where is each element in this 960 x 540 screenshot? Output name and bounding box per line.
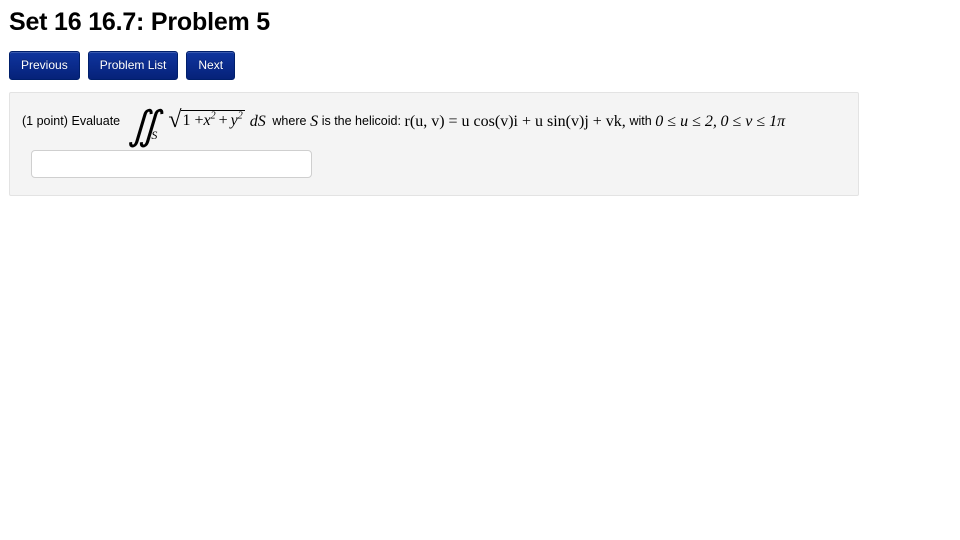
- integral-expression: ∬ S √ 1 +x2 + y2 dS: [124, 106, 266, 146]
- radicand-term-x: x: [203, 112, 211, 130]
- radical-icon: √: [168, 107, 182, 134]
- radicand-plus: +: [218, 112, 228, 130]
- problem-statement: (1 point) Evaluate ∬ S √ 1 +x2 + y2 dS whe…: [22, 106, 846, 146]
- answer-row: [31, 150, 312, 178]
- previous-button[interactable]: Previous: [9, 50, 80, 80]
- radicand-term-y-exponent: 2: [237, 110, 243, 122]
- page-title: Set 16 16.7: Problem 5: [9, 8, 271, 36]
- differential-ds: dS: [249, 112, 266, 130]
- double-integral-symbol: ∬ S: [128, 106, 165, 146]
- domain-u: 0 ≤ u ≤ 2,: [655, 112, 717, 130]
- vector-function: r(u, v) = u cos(v)i + u sin(v)j + vk,: [404, 112, 626, 130]
- answer-input[interactable]: [31, 150, 312, 178]
- problem-page: Set 16 16.7: Problem 5 Previous Problem …: [0, 0, 960, 540]
- surface-symbol: S: [310, 112, 319, 130]
- domain-v: 0 ≤ v ≤ 1π: [720, 112, 786, 130]
- radicand-lead: 1 +: [182, 112, 204, 130]
- where-label: where: [272, 113, 307, 128]
- problem-list-button[interactable]: Problem List: [87, 50, 179, 80]
- square-root-expression: √ 1 +x2 + y2: [168, 107, 245, 134]
- radicand: 1 +x2 + y2: [180, 110, 245, 131]
- next-button[interactable]: Next: [186, 50, 236, 80]
- helicoid-label: is the helicoid:: [321, 113, 401, 128]
- integral-subscript: S: [151, 128, 158, 143]
- points-label: (1 point): [22, 113, 68, 128]
- radicand-term-y: y: [230, 112, 238, 130]
- navigation-bar: Previous Problem List Next: [0, 37, 960, 80]
- problem-panel: (1 point) Evaluate ∬ S √ 1 +x2 + y2 dS whe…: [9, 92, 859, 196]
- with-label: with: [629, 113, 652, 128]
- evaluate-label: Evaluate: [71, 113, 121, 128]
